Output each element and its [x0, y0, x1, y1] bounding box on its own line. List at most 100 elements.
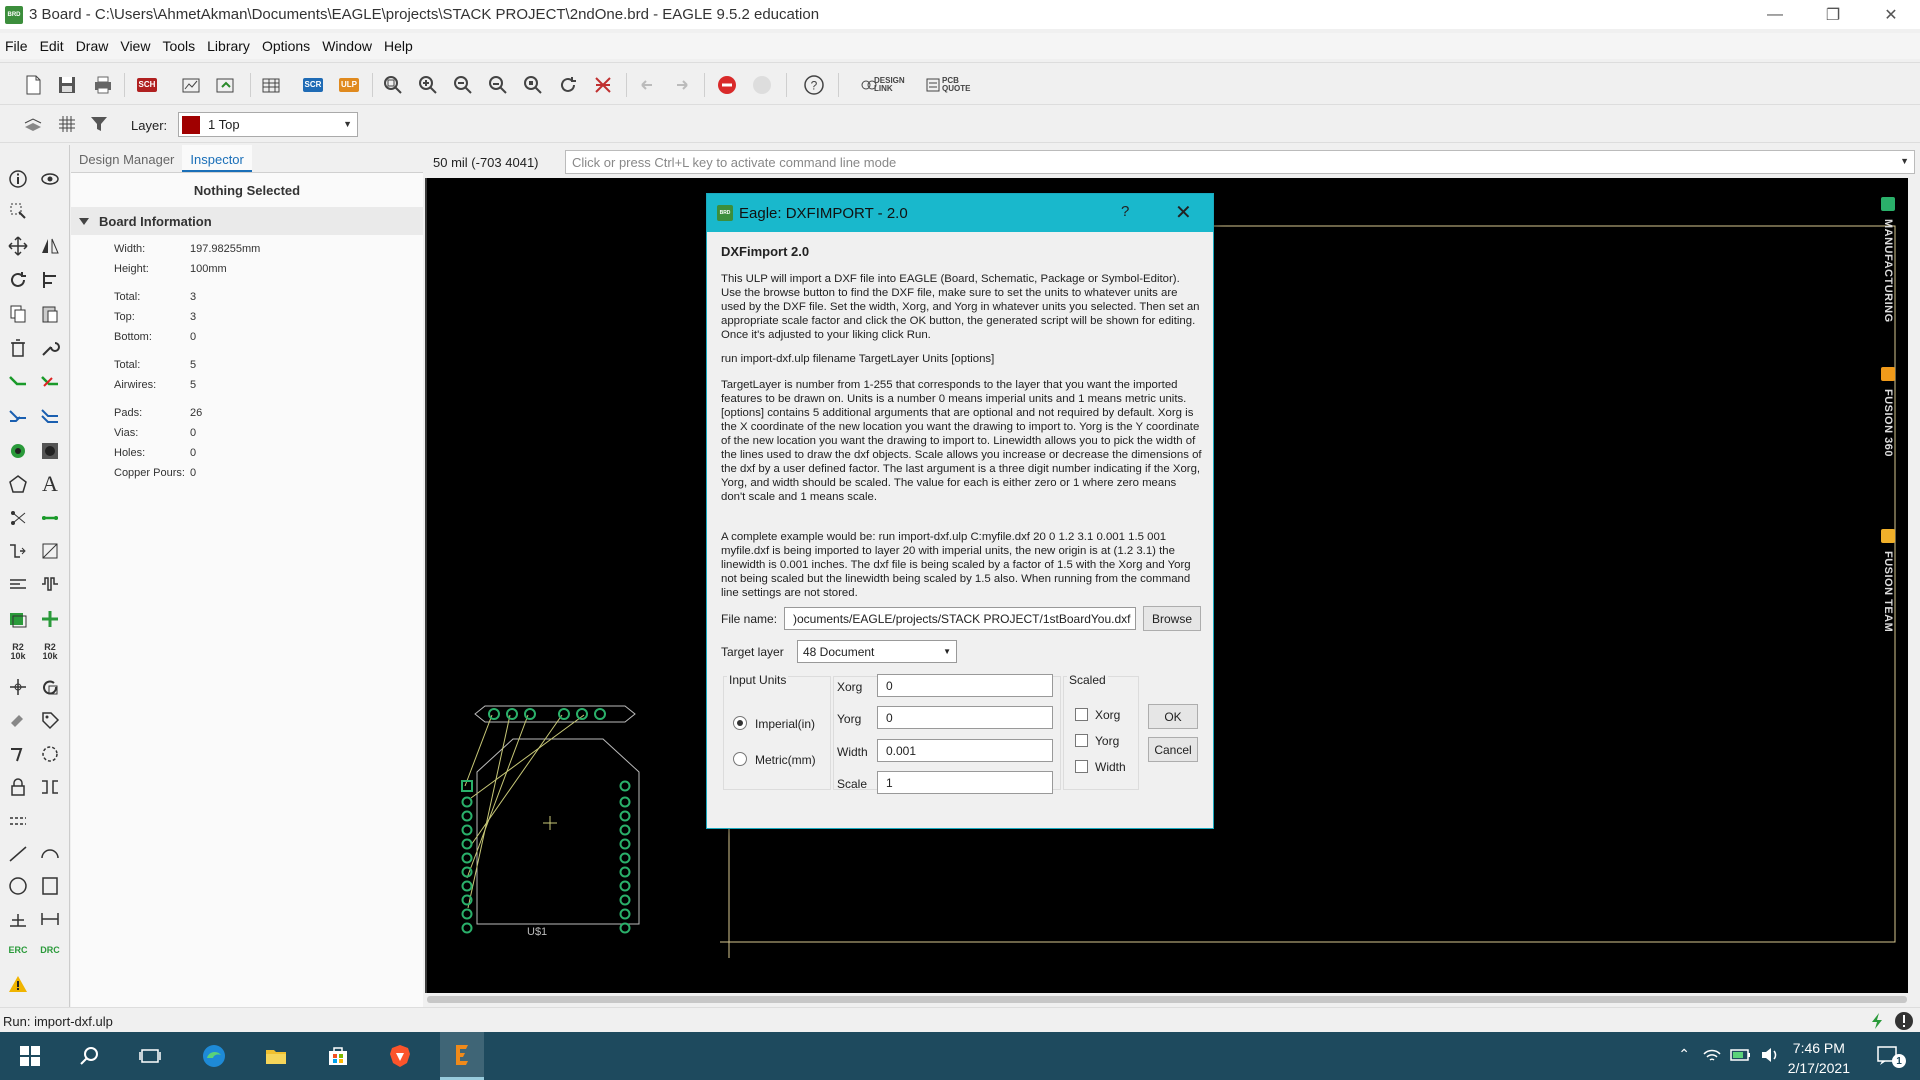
windows-start-icon[interactable] — [14, 1040, 46, 1072]
arc-icon[interactable] — [36, 840, 64, 868]
new-file-icon[interactable] — [20, 72, 46, 98]
board-information-header[interactable]: Board Information — [71, 207, 423, 235]
menu-options[interactable]: Options — [256, 38, 316, 54]
attribute-icon[interactable] — [36, 706, 64, 734]
menu-library[interactable]: Library — [201, 38, 256, 54]
drc-icon[interactable]: DRC — [36, 936, 64, 964]
filter-icon[interactable] — [86, 111, 112, 137]
print-icon[interactable] — [90, 72, 116, 98]
close-window-button[interactable]: ✕ — [1862, 0, 1920, 29]
delete-icon[interactable] — [4, 334, 32, 362]
undo-icon[interactable] — [634, 72, 660, 98]
smash-icon[interactable] — [4, 673, 32, 701]
chevron-up-icon[interactable]: ⌃ — [1678, 1046, 1690, 1063]
manufacturing-tab[interactable]: MANUFACTURING — [1876, 197, 1900, 323]
stop-icon[interactable] — [714, 72, 740, 98]
optimize-icon[interactable] — [4, 537, 32, 565]
select-icon[interactable] — [4, 197, 32, 225]
search-icon[interactable] — [74, 1040, 106, 1072]
warning-icon[interactable] — [4, 970, 32, 998]
export-icon[interactable] — [212, 72, 238, 98]
paint-icon[interactable] — [4, 706, 32, 734]
tab-design-manager[interactable]: Design Manager — [71, 145, 182, 172]
sch-switch-icon[interactable]: SCH — [134, 72, 160, 98]
ratsnest-icon[interactable] — [590, 72, 616, 98]
align-icon[interactable] — [36, 266, 64, 294]
volume-icon[interactable] — [1760, 1046, 1780, 1067]
group-icon[interactable] — [4, 605, 32, 633]
add-icon[interactable] — [36, 605, 64, 633]
slice-icon[interactable] — [36, 537, 64, 565]
show-icon[interactable] — [36, 165, 64, 193]
scaled-yorg-checkbox[interactable] — [1075, 734, 1088, 747]
name-icon[interactable]: R2 10k — [4, 638, 32, 666]
save-icon[interactable] — [54, 72, 80, 98]
mirror-icon[interactable] — [36, 232, 64, 260]
wire-icon[interactable] — [36, 504, 64, 532]
scaled-xorg-checkbox[interactable] — [1075, 708, 1088, 721]
menu-draw[interactable]: Draw — [70, 38, 115, 54]
circle-icon[interactable] — [4, 872, 32, 900]
text-icon[interactable]: A — [36, 470, 64, 498]
edge-browser-icon[interactable] — [198, 1040, 230, 1072]
pinswap-icon[interactable] — [4, 740, 32, 768]
rotate-icon[interactable] — [4, 266, 32, 294]
paste-icon[interactable] — [36, 300, 64, 328]
pcb-quote-label[interactable]: PCB QUOTE — [942, 77, 970, 93]
fusion-360-tab[interactable]: FUSION 360 — [1876, 367, 1900, 457]
mark-icon[interactable] — [4, 905, 32, 933]
zoom-fit-icon[interactable] — [380, 72, 406, 98]
zoom-out-icon[interactable] — [450, 72, 476, 98]
store-icon[interactable] — [322, 1040, 354, 1072]
rectangle-icon[interactable] — [36, 872, 64, 900]
redo-icon[interactable] — [669, 72, 695, 98]
ulp-icon[interactable]: ULP — [336, 72, 362, 98]
zoom-in-icon[interactable] — [415, 72, 441, 98]
line-icon[interactable] — [4, 840, 32, 868]
script-icon[interactable]: SCR — [300, 72, 326, 98]
menu-window[interactable]: Window — [316, 38, 378, 54]
go-icon[interactable] — [749, 72, 775, 98]
fusion-team-tab[interactable]: FUSION TEAM — [1876, 529, 1900, 632]
lightning-icon[interactable] — [1868, 1012, 1886, 1033]
autorouter-icon[interactable] — [4, 403, 32, 431]
dimension-icon[interactable] — [36, 905, 64, 933]
lock-icon[interactable] — [4, 773, 32, 801]
layer-settings-icon[interactable] — [258, 72, 284, 98]
erc-icon[interactable]: ERC — [4, 936, 32, 964]
ripup-icon[interactable] — [36, 369, 64, 397]
battery-icon[interactable] — [1730, 1047, 1752, 1066]
menu-help[interactable]: Help — [378, 38, 419, 54]
metric-radio[interactable] — [733, 752, 747, 766]
command-line-input[interactable]: Click or press Ctrl+L key to activate co… — [565, 150, 1915, 174]
scaled-width-checkbox[interactable] — [1075, 760, 1088, 773]
scale-input[interactable]: 1 — [877, 771, 1053, 794]
chevron-down-icon[interactable]: ▼ — [1900, 156, 1909, 166]
move-icon[interactable] — [4, 232, 32, 260]
target-layer-select[interactable]: 48 Document ▼ — [797, 640, 957, 663]
browse-button[interactable]: Browse — [1143, 606, 1201, 631]
change-icon[interactable] — [36, 773, 64, 801]
polygon-icon[interactable] — [4, 470, 32, 498]
via-icon[interactable] — [4, 437, 32, 465]
width-input[interactable]: 0.001 — [877, 739, 1053, 762]
menu-file[interactable]: File — [0, 38, 34, 54]
notification-icon[interactable]: 1 — [1876, 1044, 1906, 1071]
miter-icon[interactable] — [4, 807, 32, 835]
info-icon[interactable] — [4, 165, 32, 193]
hole-icon[interactable] — [36, 437, 64, 465]
design-link-label[interactable]: DESIGN LINK — [874, 77, 905, 93]
value-icon[interactable]: R2 10k — [36, 638, 64, 666]
route-multiple-icon[interactable] — [36, 403, 64, 431]
zoom-previous-icon[interactable] — [485, 72, 511, 98]
xorg-input[interactable]: 0 — [877, 674, 1053, 697]
eagle-taskbar-icon[interactable] — [440, 1032, 484, 1080]
layer-display-icon[interactable] — [20, 111, 46, 137]
close-icon[interactable]: ✕ — [1175, 200, 1192, 225]
grid-icon[interactable] — [54, 111, 80, 137]
meander-icon[interactable] — [4, 570, 32, 598]
menu-edit[interactable]: Edit — [34, 38, 70, 54]
replace-icon[interactable] — [36, 673, 64, 701]
route-icon[interactable] — [4, 369, 32, 397]
wrench-icon[interactable] — [36, 334, 64, 362]
